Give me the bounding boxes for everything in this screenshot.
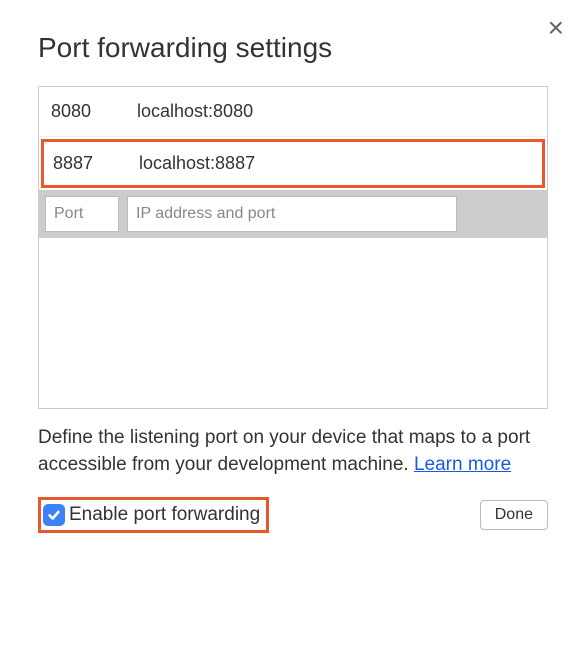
address-input[interactable] [127, 196, 457, 232]
close-button[interactable]: × [548, 14, 564, 42]
mapping-row[interactable]: 8887 localhost:8887 [41, 139, 545, 188]
mapping-input-row [39, 190, 547, 238]
checkbox-label: Enable port forwarding [69, 504, 260, 526]
close-icon: × [548, 12, 564, 43]
mapping-address: localhost:8080 [137, 101, 535, 122]
mapping-port: 8887 [53, 153, 139, 174]
description-text: Define the listening port on your device… [38, 425, 548, 479]
learn-more-link[interactable]: Learn more [414, 454, 511, 475]
mapping-port: 8080 [51, 101, 137, 122]
checkbox-checked-icon [43, 504, 65, 526]
port-input[interactable] [45, 196, 119, 232]
dialog-title: Port forwarding settings [38, 32, 548, 64]
mappings-list: 8080 localhost:8080 8887 localhost:8887 [38, 86, 548, 409]
port-forwarding-dialog: × Port forwarding settings 8080 localhos… [0, 0, 586, 565]
done-button[interactable]: Done [480, 500, 548, 530]
enable-forwarding-checkbox-wrap[interactable]: Enable port forwarding [38, 497, 269, 533]
mapping-row[interactable]: 8080 localhost:8080 [39, 87, 547, 137]
dialog-footer: Enable port forwarding Done [38, 497, 548, 533]
mapping-address: localhost:8887 [139, 153, 533, 174]
